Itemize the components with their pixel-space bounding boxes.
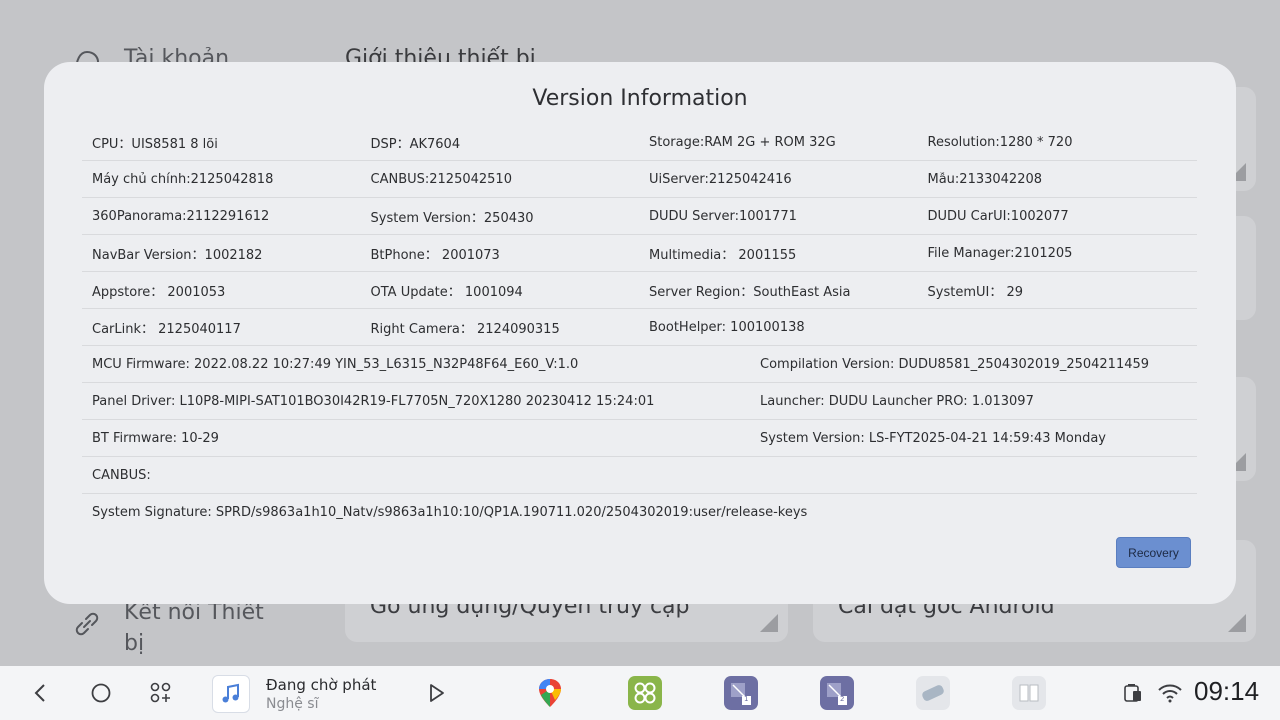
split-view-button[interactable] — [1012, 676, 1046, 710]
table-row: CANBUS: — [82, 457, 1197, 494]
circles-grid-icon — [634, 682, 656, 704]
info-cell: BtPhone： 2001073 — [370, 247, 500, 263]
app-badge: 2 — [840, 695, 845, 703]
app-launcher-button[interactable] — [628, 676, 662, 710]
info-cell: Máy chủ chính:2125042818 — [92, 171, 274, 187]
clock: 09:14 — [1194, 676, 1260, 706]
info-cell: DSP：AK7604 — [370, 136, 461, 152]
info-cell: CPU：UIS8581 8 lõi — [92, 136, 218, 152]
info-cell: OTA Update： 1001094 — [370, 284, 523, 300]
info-cell: Right Camera： 2124090315 — [370, 321, 560, 337]
window-1-icon — [731, 683, 751, 705]
play-icon[interactable] — [424, 681, 448, 705]
media-artist: Nghệ sĩ — [266, 695, 319, 712]
battery-status — [1122, 666, 1144, 720]
wifi-status — [1157, 666, 1183, 720]
info-cell: SystemUI： 29 — [927, 284, 1024, 300]
info-cell: Server Region：SouthEast Asia — [649, 284, 851, 300]
back-button[interactable] — [28, 680, 54, 706]
window-2-icon — [827, 683, 847, 705]
map-pin-icon — [539, 679, 561, 707]
info-cell: Mẫu:2133042208 — [927, 171, 1043, 187]
app-badge: 1 — [744, 695, 749, 703]
info-cell: CANBUS: — [92, 467, 151, 483]
info-cell: Multimedia： 2001155 — [649, 247, 797, 263]
info-cell: Storage:RAM 2G + ROM 32G — [649, 134, 836, 150]
info-cell: DUDU CarUI:1002077 — [927, 208, 1069, 224]
info-cell: File Manager:2101205 — [927, 245, 1073, 261]
info-cell: MCU Firmware: 2022.08.22 10:27:49 YIN_53… — [92, 356, 579, 372]
table-row: System Signature: SPRD/s9863a1h10_Natv/s… — [82, 494, 1197, 531]
info-cell: System Signature: SPRD/s9863a1h10_Natv/s… — [92, 505, 808, 520]
table-row: MCU Firmware: 2022.08.22 10:27:49 YIN_53… — [82, 346, 1197, 383]
table-row: NavBar Version：1002182 BtPhone： 2001073 … — [82, 235, 1197, 272]
eraser-icon — [922, 685, 944, 701]
table-row: Appstore： 2001053 OTA Update： 1001094 Se… — [82, 272, 1197, 309]
home-button[interactable] — [88, 680, 114, 706]
info-cell: Compilation Version: DUDU8581_2504302019… — [760, 356, 1150, 372]
wifi-icon — [1158, 684, 1182, 703]
info-cell: CANBUS:2125042510 — [370, 171, 512, 187]
info-cell: System Version: LS-FYT2025-04-21 14:59:4… — [760, 430, 1106, 446]
info-cell: NavBar Version：1002182 — [92, 247, 263, 263]
info-cell: BootHelper: 100100138 — [649, 319, 805, 335]
music-note-icon — [212, 674, 250, 713]
media-widget[interactable]: Đang chờ phát Nghệ sĩ — [212, 673, 478, 714]
info-cell: 360Panorama:2112291612 — [92, 208, 270, 224]
table-row: CPU：UIS8581 8 lõi DSP：AK7604 Storage:RAM… — [82, 124, 1197, 161]
version-info-table: CPU：UIS8581 8 lõi DSP：AK7604 Storage:RAM… — [82, 124, 1197, 531]
app-drawer-button[interactable] — [148, 680, 174, 706]
split-screen-2-button[interactable]: 2 — [820, 676, 854, 710]
info-cell: System Version：250430 — [370, 210, 534, 226]
dialog-title: Version Information — [532, 86, 748, 111]
sidebar-item-label: Kết nối Thiết bị — [124, 600, 264, 656]
sidebar-item-device-connection[interactable]: Kết nối Thiết bị — [72, 597, 274, 659]
navigation-bar: Đang chờ phát Nghệ sĩ 1 2 09:14 — [0, 666, 1280, 720]
table-row: CarLink： 2125040117 Right Camera： 212409… — [82, 309, 1197, 346]
info-cell: Panel Driver: L10P8-MIPI-SAT101BO30I42R1… — [92, 393, 655, 409]
version-information-dialog: Version Information CPU：UIS8581 8 lõi DS… — [44, 62, 1236, 604]
table-row: Panel Driver: L10P8-MIPI-SAT101BO30I42R1… — [82, 383, 1197, 420]
link-icon — [75, 612, 99, 636]
info-cell: Launcher: DUDU Launcher PRO: 1.013097 — [760, 393, 1034, 409]
table-row: BT Firmware: 10-29 System Version: LS-FY… — [82, 420, 1197, 457]
info-cell: DUDU Server:1001771 — [649, 208, 797, 224]
info-cell: BT Firmware: 10-29 — [92, 430, 219, 446]
split-view-icon — [1019, 684, 1039, 702]
table-row: Máy chủ chính:2125042818 CANBUS:21250425… — [82, 161, 1197, 198]
split-screen-1-button[interactable]: 1 — [724, 676, 758, 710]
info-cell: Appstore： 2001053 — [92, 284, 226, 300]
info-cell: UiServer:2125042416 — [649, 171, 792, 187]
media-title: Đang chờ phát — [266, 675, 377, 694]
home-icon — [91, 683, 111, 703]
info-cell: Resolution:1280 * 720 — [927, 134, 1073, 150]
table-row: 360Panorama:2112291612 System Version：25… — [82, 198, 1197, 235]
apps-grid-icon — [150, 682, 171, 703]
recovery-button[interactable]: Recovery — [1116, 537, 1191, 568]
info-cell: CarLink： 2125040117 — [92, 321, 241, 337]
back-icon — [34, 684, 45, 702]
eraser-app-button[interactable] — [916, 676, 950, 710]
battery-icon — [1124, 684, 1141, 702]
maps-app-button[interactable] — [533, 676, 567, 710]
